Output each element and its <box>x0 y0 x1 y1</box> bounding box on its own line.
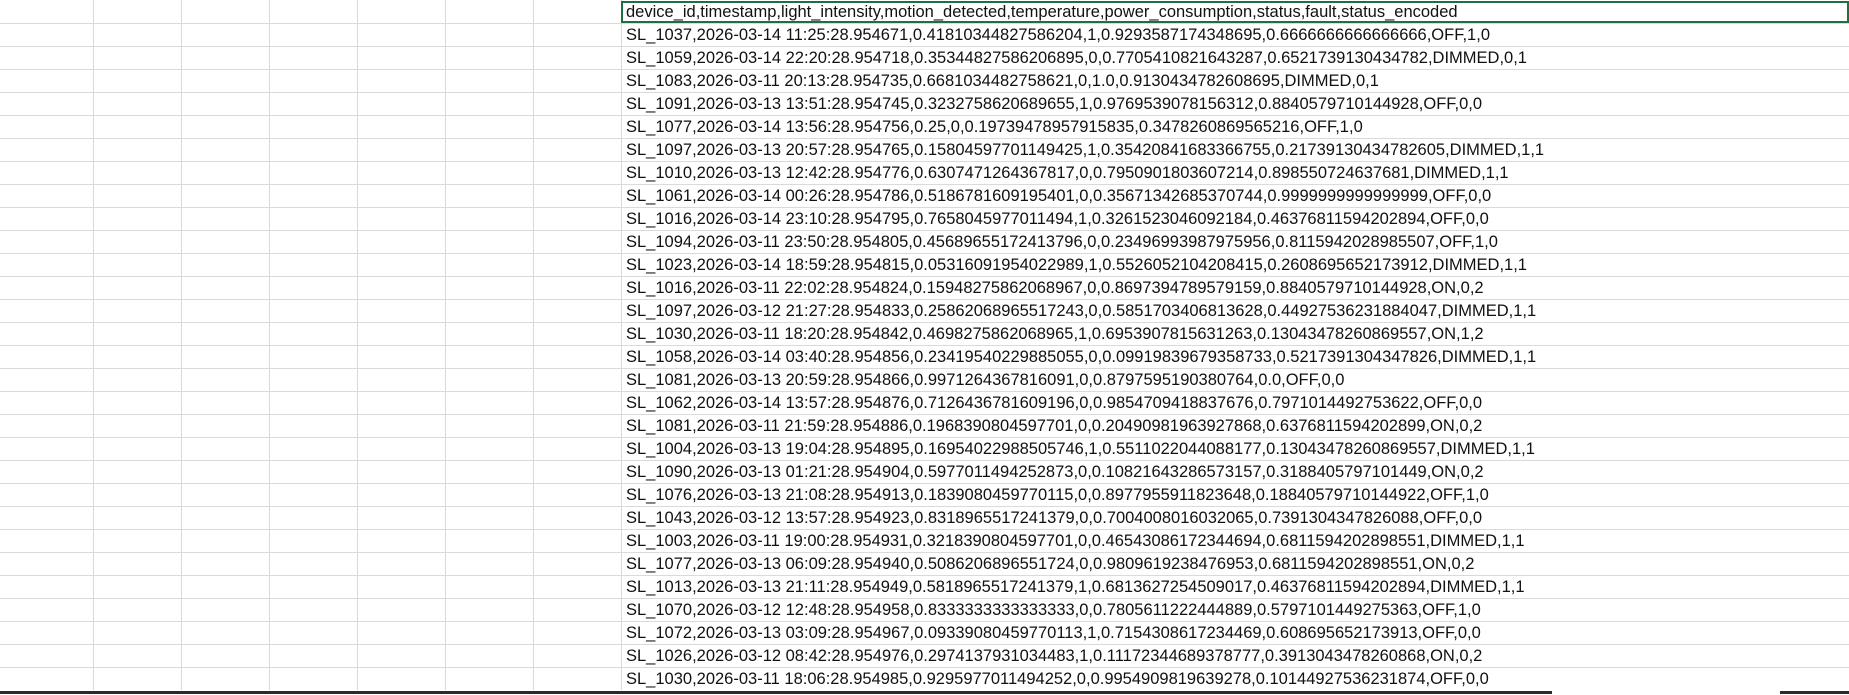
data-cell[interactable]: SL_1090,2026-03-13 01:21:28.954904,0.597… <box>624 461 1484 483</box>
table-row[interactable]: SL_1030,2026-03-11 18:06:28.954985,0.929… <box>0 668 1849 691</box>
data-cell[interactable]: SL_1003,2026-03-11 19:00:28.954931,0.321… <box>624 530 1525 552</box>
data-cell[interactable]: SL_1077,2026-03-14 13:56:28.954756,0.25,… <box>624 116 1363 138</box>
table-row[interactable]: SL_1077,2026-03-13 06:09:28.954940,0.508… <box>0 553 1849 576</box>
table-row[interactable]: SL_1077,2026-03-14 13:56:28.954756,0.25,… <box>0 116 1849 139</box>
table-row[interactable]: SL_1037,2026-03-14 11:25:28.954671,0.418… <box>0 24 1849 47</box>
table-row[interactable]: SL_1013,2026-03-13 21:11:28.954949,0.581… <box>0 576 1849 599</box>
data-cell[interactable]: SL_1094,2026-03-11 23:50:28.954805,0.456… <box>624 231 1498 253</box>
data-cell[interactable]: SL_1016,2026-03-11 22:02:28.954824,0.159… <box>624 277 1484 299</box>
table-row[interactable]: SL_1061,2026-03-14 00:26:28.954786,0.518… <box>0 185 1849 208</box>
table-row[interactable]: SL_1081,2026-03-13 20:59:28.954866,0.997… <box>0 369 1849 392</box>
data-cell[interactable]: SL_1097,2026-03-12 21:27:28.954833,0.258… <box>624 300 1536 322</box>
spreadsheet-grid: device_id,timestamp,light_intensity,moti… <box>0 1 1849 691</box>
data-cell[interactable]: SL_1016,2026-03-14 23:10:28.954795,0.765… <box>624 208 1489 230</box>
table-row[interactable]: SL_1016,2026-03-14 23:10:28.954795,0.765… <box>0 208 1849 231</box>
data-cell[interactable]: SL_1026,2026-03-12 08:42:28.954976,0.297… <box>624 645 1482 667</box>
horizontal-scrollbar-end[interactable] <box>1780 691 1849 694</box>
data-cell[interactable]: SL_1013,2026-03-13 21:11:28.954949,0.581… <box>624 576 1525 598</box>
data-cell[interactable]: SL_1097,2026-03-13 20:57:28.954765,0.158… <box>624 139 1544 161</box>
data-cell[interactable]: SL_1030,2026-03-11 18:20:28.954842,0.469… <box>624 323 1484 345</box>
table-row[interactable]: SL_1062,2026-03-14 13:57:28.954876,0.712… <box>0 392 1849 415</box>
data-cell[interactable]: SL_1077,2026-03-13 06:09:28.954940,0.508… <box>624 553 1474 575</box>
table-row[interactable]: SL_1094,2026-03-11 23:50:28.954805,0.456… <box>0 231 1849 254</box>
table-row[interactable]: SL_1003,2026-03-11 19:00:28.954931,0.321… <box>0 530 1849 553</box>
data-cell[interactable]: SL_1010,2026-03-13 12:42:28.954776,0.630… <box>624 162 1509 184</box>
data-cell[interactable]: SL_1070,2026-03-12 12:48:28.954958,0.833… <box>624 599 1481 621</box>
table-row[interactable]: SL_1081,2026-03-11 21:59:28.954886,0.196… <box>0 415 1849 438</box>
table-row[interactable]: SL_1030,2026-03-11 18:20:28.954842,0.469… <box>0 323 1849 346</box>
header-cell[interactable]: device_id,timestamp,light_intensity,moti… <box>624 1 1458 23</box>
table-row[interactable]: SL_1072,2026-03-13 03:09:28.954967,0.093… <box>0 622 1849 645</box>
table-row[interactable]: SL_1090,2026-03-13 01:21:28.954904,0.597… <box>0 461 1849 484</box>
table-row[interactable]: SL_1083,2026-03-11 20:13:28.954735,0.668… <box>0 70 1849 93</box>
data-cell[interactable]: SL_1037,2026-03-14 11:25:28.954671,0.418… <box>624 24 1490 46</box>
data-cell[interactable]: SL_1081,2026-03-11 21:59:28.954886,0.196… <box>624 415 1482 437</box>
table-row[interactable]: SL_1043,2026-03-12 13:57:28.954923,0.831… <box>0 507 1849 530</box>
data-cell[interactable]: SL_1023,2026-03-14 18:59:28.954815,0.053… <box>624 254 1527 276</box>
table-row[interactable]: SL_1010,2026-03-13 12:42:28.954776,0.630… <box>0 162 1849 185</box>
data-cell[interactable]: SL_1081,2026-03-13 20:59:28.954866,0.997… <box>624 369 1344 391</box>
table-row[interactable]: SL_1023,2026-03-14 18:59:28.954815,0.053… <box>0 254 1849 277</box>
table-row[interactable]: SL_1004,2026-03-13 19:04:28.954895,0.169… <box>0 438 1849 461</box>
header-row[interactable]: device_id,timestamp,light_intensity,moti… <box>0 1 1849 24</box>
data-cell[interactable]: SL_1091,2026-03-13 13:51:28.954745,0.323… <box>624 93 1482 115</box>
table-row[interactable]: SL_1097,2026-03-12 21:27:28.954833,0.258… <box>0 300 1849 323</box>
table-row[interactable]: SL_1097,2026-03-13 20:57:28.954765,0.158… <box>0 139 1849 162</box>
table-row[interactable]: SL_1016,2026-03-11 22:02:28.954824,0.159… <box>0 277 1849 300</box>
data-cell[interactable]: SL_1061,2026-03-14 00:26:28.954786,0.518… <box>624 185 1491 207</box>
data-cell[interactable]: SL_1072,2026-03-13 03:09:28.954967,0.093… <box>624 622 1481 644</box>
table-row[interactable]: SL_1058,2026-03-14 03:40:28.954856,0.234… <box>0 346 1849 369</box>
table-row[interactable]: SL_1091,2026-03-13 13:51:28.954745,0.323… <box>0 93 1849 116</box>
horizontal-scrollbar-track[interactable] <box>0 691 1552 694</box>
table-row[interactable]: SL_1026,2026-03-12 08:42:28.954976,0.297… <box>0 645 1849 668</box>
data-cell[interactable]: SL_1043,2026-03-12 13:57:28.954923,0.831… <box>624 507 1482 529</box>
data-cell[interactable]: SL_1062,2026-03-14 13:57:28.954876,0.712… <box>624 392 1482 414</box>
data-cell[interactable]: SL_1004,2026-03-13 19:04:28.954895,0.169… <box>624 438 1535 460</box>
data-cell[interactable]: SL_1076,2026-03-13 21:08:28.954913,0.183… <box>624 484 1489 506</box>
table-row[interactable]: SL_1070,2026-03-12 12:48:28.954958,0.833… <box>0 599 1849 622</box>
data-cell[interactable]: SL_1083,2026-03-11 20:13:28.954735,0.668… <box>624 70 1379 92</box>
data-cell[interactable]: SL_1030,2026-03-11 18:06:28.954985,0.929… <box>624 668 1489 690</box>
data-cell[interactable]: SL_1059,2026-03-14 22:20:28.954718,0.353… <box>624 47 1527 69</box>
table-row[interactable]: SL_1076,2026-03-13 21:08:28.954913,0.183… <box>0 484 1849 507</box>
data-cell[interactable]: SL_1058,2026-03-14 03:40:28.954856,0.234… <box>624 346 1536 368</box>
table-row[interactable]: SL_1059,2026-03-14 22:20:28.954718,0.353… <box>0 47 1849 70</box>
